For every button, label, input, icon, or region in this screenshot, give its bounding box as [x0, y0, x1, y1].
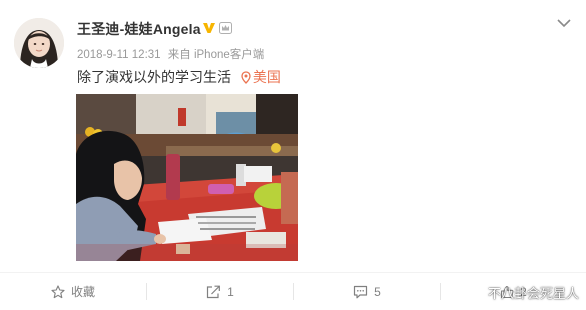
favorite-label: 收藏 [70, 285, 95, 299]
post-photo[interactable] [76, 94, 298, 261]
verified-v-icon[interactable] [202, 21, 216, 35]
post-photo-image [76, 94, 298, 261]
post-body: 除了演戏以外的学习生活 [77, 69, 231, 85]
post-meta: 2018-9-11 12:31 来自 iPhone客户端 [77, 46, 268, 62]
username[interactable]: 王圣迪-娃娃Angela [77, 19, 201, 39]
repost-count: 1 [227, 284, 234, 299]
post-timestamp[interactable]: 2018-9-11 12:31 [77, 49, 161, 61]
share-icon [207, 285, 221, 298]
favorite-button[interactable]: 收藏 [0, 273, 146, 310]
avatar-image [14, 18, 64, 68]
comment-button[interactable]: 5 [294, 273, 440, 310]
comment-count: 5 [374, 284, 381, 299]
crown-icon[interactable] [219, 22, 232, 34]
star-icon [51, 284, 65, 298]
post-source: 来自 iPhone客户端 [167, 49, 265, 61]
location-label: 美国 [252, 69, 281, 85]
comment-icon [354, 285, 368, 298]
post-text: 除了演戏以外的学习生活 美国 [77, 67, 281, 87]
avatar[interactable] [14, 18, 64, 68]
location-pin-icon [241, 71, 251, 84]
weibo-post-card: 王圣迪-娃娃Angela 2018-9-11 12:31 来自 iPhone客户… [0, 0, 586, 310]
location-link[interactable]: 美国 [241, 69, 281, 85]
repost-button[interactable]: 1 [147, 273, 293, 310]
chevron-down-icon[interactable] [556, 18, 572, 28]
watermark-text: 不八卦会死星人 [488, 286, 580, 301]
